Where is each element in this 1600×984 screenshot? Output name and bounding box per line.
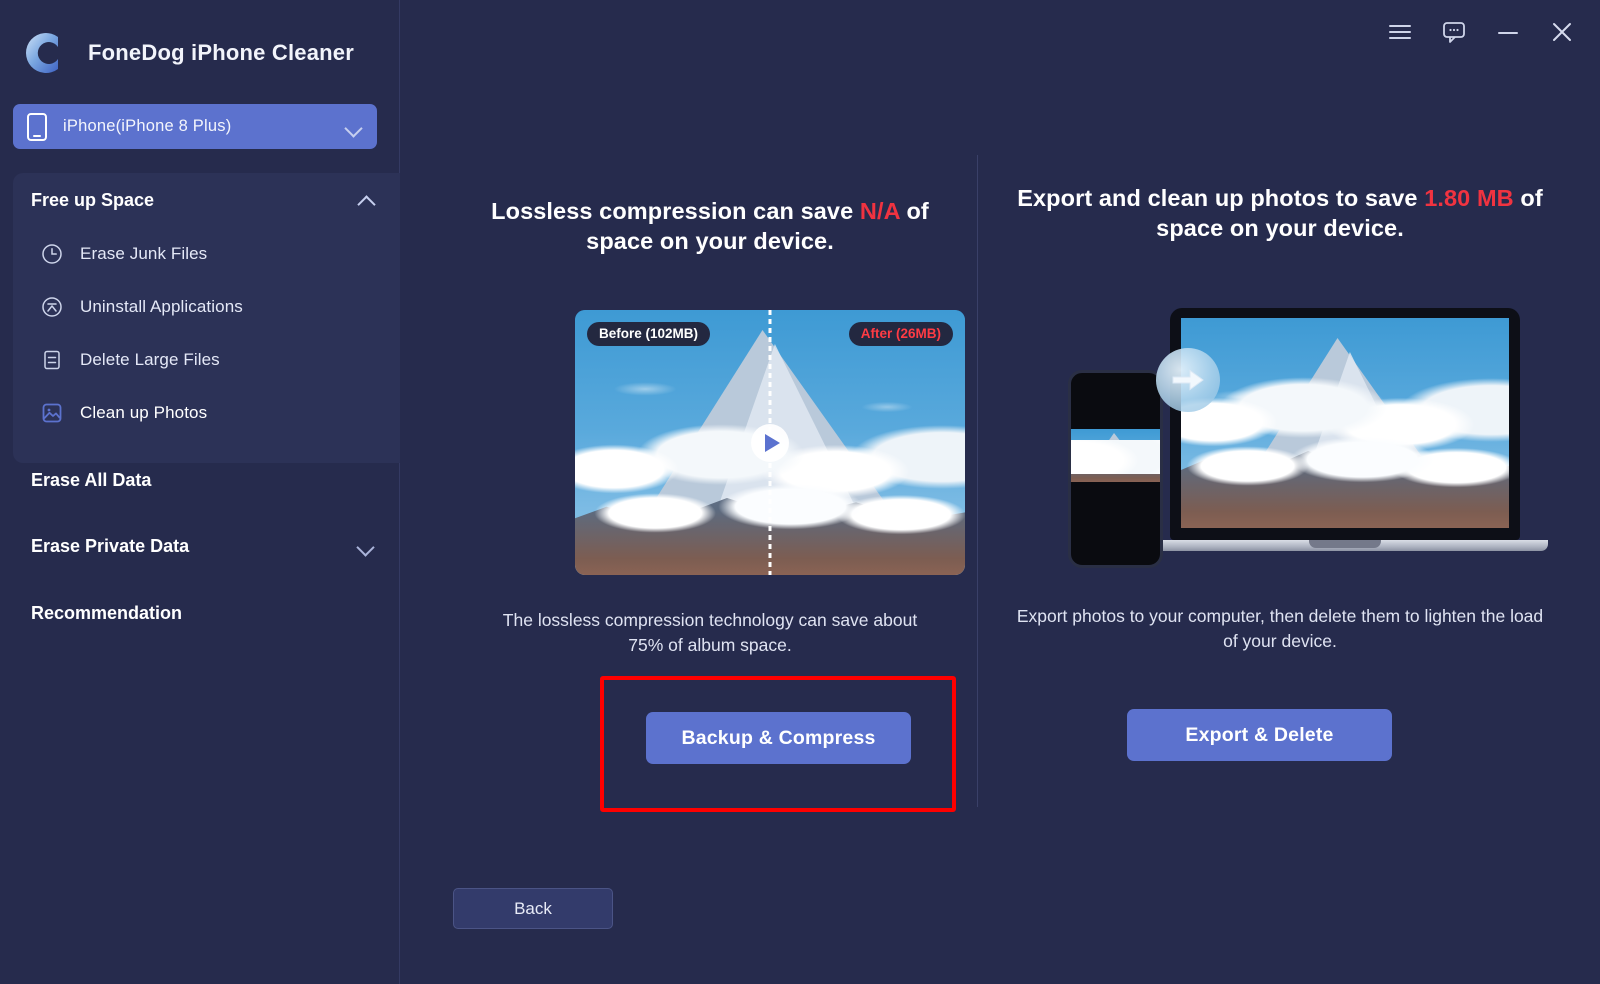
sidebar-item-erase-junk-files[interactable]: Erase Junk Files [13,227,400,280]
sidebar-section-label: Erase All Data [31,469,152,490]
device-selector[interactable]: iPhone(iPhone 8 Plus) [13,104,377,149]
chevron-down-icon [345,118,363,136]
back-button[interactable]: Back [453,888,613,929]
phone-icon [27,112,47,141]
export-headline: Export and clean up photos to save 1.80 … [1015,183,1545,243]
device-selector-value: iPhone(iPhone 8 Plus) [63,117,232,135]
sidebar-section-erase-all-data[interactable]: Erase All Data [0,452,399,508]
before-label: Before (102MB) [587,322,711,346]
brand: FoneDog iPhone Cleaner [14,22,354,84]
arrow-right-icon [1156,348,1220,412]
sidebar-item-label: Uninstall Applications [80,296,243,316]
sidebar-item-uninstall-applications[interactable]: Uninstall Applications [13,280,400,333]
play-triangle [764,433,780,452]
headline-text-pre: Lossless compression can save [491,198,860,224]
laptop-mockup [1142,308,1548,551]
panel-divider [977,155,978,807]
sidebar-group-label: Free up Space [31,189,155,210]
export-description: Export photos to your computer, then del… [1016,606,1544,651]
app-window: FoneDog iPhone Cleaner iPhone(iPhone 8 P… [0,0,1600,984]
sidebar-group-header-free-up-space[interactable]: Free up Space [13,173,400,227]
clock-icon [39,241,65,267]
play-icon[interactable] [751,423,789,462]
backup-and-compress-button[interactable]: Backup & Compress [646,712,911,764]
after-label: After (26MB) [848,322,953,346]
sidebar-item-label: Delete Large Files [80,349,220,369]
fonedog-c-logo-icon [14,25,70,81]
compression-headline: Lossless compression can save N/A of spa… [472,196,948,256]
sidebar-item-clean-up-photos[interactable]: Clean up Photos [13,386,400,439]
sidebar-item-label: Clean up Photos [80,402,208,422]
chevron-up-icon [358,191,376,209]
sidebar-item-delete-large-files[interactable]: Delete Large Files [13,333,400,386]
sidebar-group-free-up-space: Free up Space Erase Junk Files Uninstall… [13,173,400,463]
headline-accent-value: N/A [859,198,900,224]
photo-icon [39,400,65,426]
headline-text-pre: Export and clean up photos to save [1017,185,1425,211]
main-content: Lossless compression can save N/A of spa… [400,0,1600,984]
compression-description: The lossless compression technology can … [502,610,918,655]
document-lines-icon [39,347,65,373]
sidebar: FoneDog iPhone Cleaner iPhone(iPhone 8 P… [0,0,400,984]
app-title: FoneDog iPhone Cleaner [88,40,354,65]
sidebar-section-recommendation[interactable]: Recommendation [0,585,399,641]
headline-accent-value: 1.80 MB [1424,185,1514,211]
sidebar-item-label: Erase Junk Files [80,243,208,263]
sidebar-section-label: Recommendation [31,602,183,623]
sidebar-section-erase-private-data[interactable]: Erase Private Data [0,518,399,574]
export-and-delete-button[interactable]: Export & Delete [1127,709,1392,761]
before-after-preview[interactable]: Before (102MB) After (26MB) [575,310,965,575]
export-illustration [1060,300,1548,585]
chevron-down-icon [357,537,375,555]
sidebar-section-label: Erase Private Data [31,535,190,556]
phone-mockup [1068,370,1163,568]
app-circle-icon [39,294,65,320]
